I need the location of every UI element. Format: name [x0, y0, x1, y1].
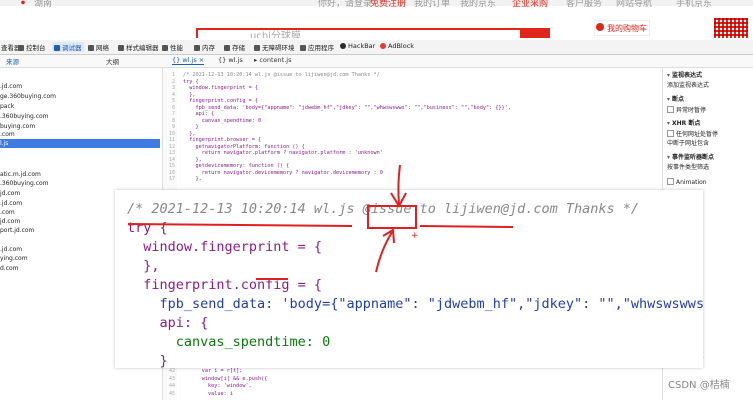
- annotation-underline-left: [127, 223, 353, 227]
- annotation-layer: +: [127, 164, 514, 280]
- annotation-arrow-up: [375, 228, 395, 273]
- annotation-arrow-down: [390, 164, 407, 209]
- annotation-underline-right: [419, 225, 514, 228]
- annotation-box: [367, 205, 417, 229]
- watermark: CSDN @桔楠: [668, 380, 730, 391]
- annotation-plus: +: [411, 231, 419, 241]
